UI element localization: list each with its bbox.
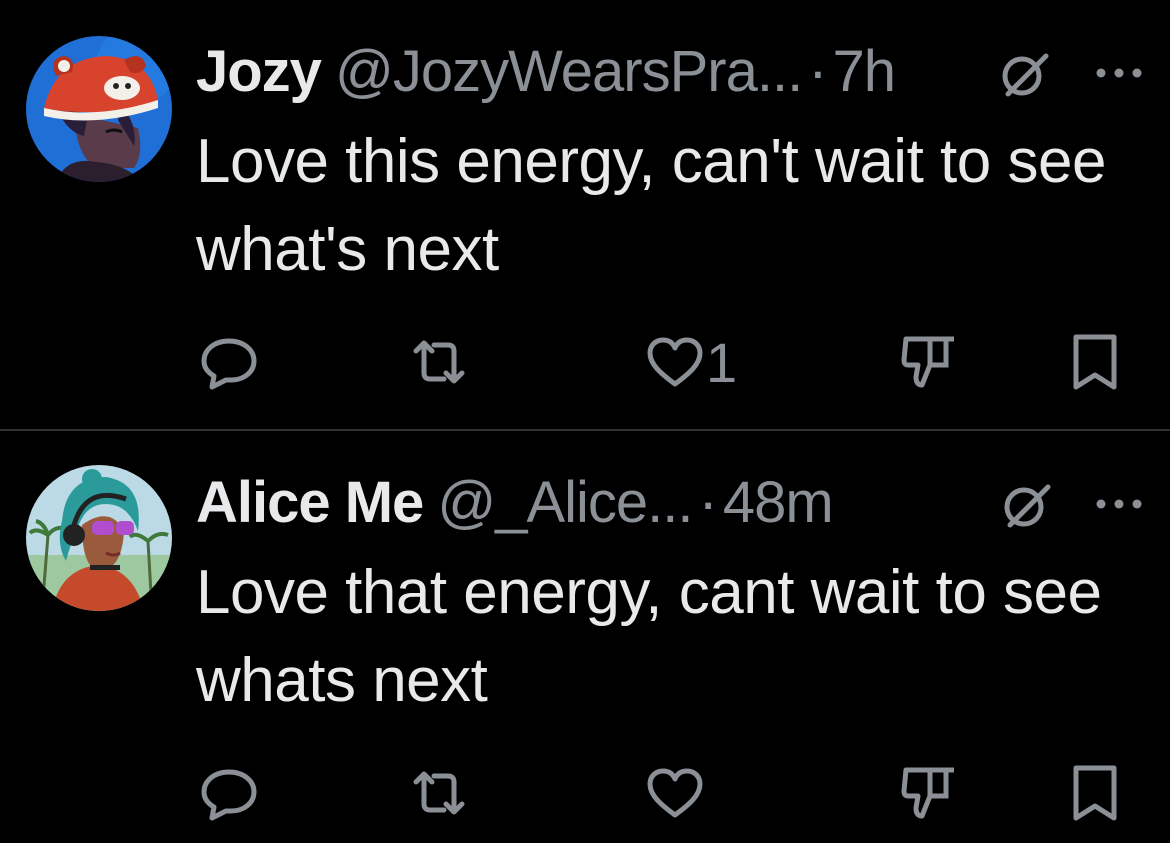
- display-name[interactable]: Jozy: [196, 38, 322, 105]
- handle[interactable]: @_Alice...: [437, 469, 693, 536]
- repost-icon: [413, 340, 465, 384]
- avatar[interactable]: [26, 36, 172, 182]
- tweet-header: Jozy @JozyWearsPra... · 7h: [196, 38, 897, 105]
- bookmark-button[interactable]: [1066, 761, 1124, 825]
- reply-icon: [201, 769, 257, 821]
- like-icon: [647, 337, 703, 387]
- grok-icon[interactable]: [998, 48, 1052, 102]
- like-button[interactable]: [646, 761, 706, 825]
- tweet[interactable]: Alice Me @_Alice... · 48m Love that ener…: [0, 431, 1170, 843]
- avatar-teal-hair-sunglasses-image: [26, 465, 172, 611]
- bookmark-icon: [1073, 765, 1117, 821]
- dislike-button[interactable]: [900, 761, 958, 825]
- repost-button[interactable]: [410, 761, 468, 825]
- repost-icon: [413, 771, 465, 815]
- bookmark-icon: [1073, 334, 1117, 390]
- handle[interactable]: @JozyWearsPra...: [335, 38, 803, 105]
- avatar[interactable]: [26, 465, 172, 611]
- tweet[interactable]: Jozy @JozyWearsPra... · 7h Love this ene…: [0, 0, 1170, 430]
- repost-button[interactable]: [410, 330, 468, 394]
- action-bar: 1: [0, 330, 1170, 394]
- reply-button[interactable]: [200, 761, 258, 825]
- separator-dot: ·: [808, 38, 827, 104]
- like-icon: [647, 768, 703, 818]
- tweet-header: Alice Me @_Alice... · 48m: [196, 469, 834, 536]
- more-icon[interactable]: [1094, 497, 1144, 511]
- action-bar: [0, 761, 1170, 825]
- views-icon: [901, 336, 954, 388]
- display-name[interactable]: Alice Me: [196, 469, 424, 536]
- bookmark-button[interactable]: [1066, 330, 1124, 394]
- tweet-text: Love this energy, can't wait to see what…: [196, 127, 1106, 284]
- separator-dot: ·: [698, 469, 718, 535]
- dislike-button[interactable]: [900, 330, 958, 394]
- avatar-red-panda-hat-image: [26, 36, 172, 182]
- reply-icon: [201, 338, 257, 390]
- timestamp[interactable]: 7h: [833, 38, 897, 105]
- timestamp[interactable]: 48m: [723, 469, 834, 536]
- more-icon[interactable]: [1094, 66, 1144, 80]
- like-button[interactable]: 1: [646, 330, 737, 394]
- like-count: 1: [706, 330, 738, 394]
- reply-button[interactable]: [200, 330, 258, 394]
- grok-icon[interactable]: [1000, 479, 1054, 533]
- tweet-text: Love that energy, cant wait to see whats…: [196, 558, 1102, 715]
- views-icon: [901, 767, 954, 819]
